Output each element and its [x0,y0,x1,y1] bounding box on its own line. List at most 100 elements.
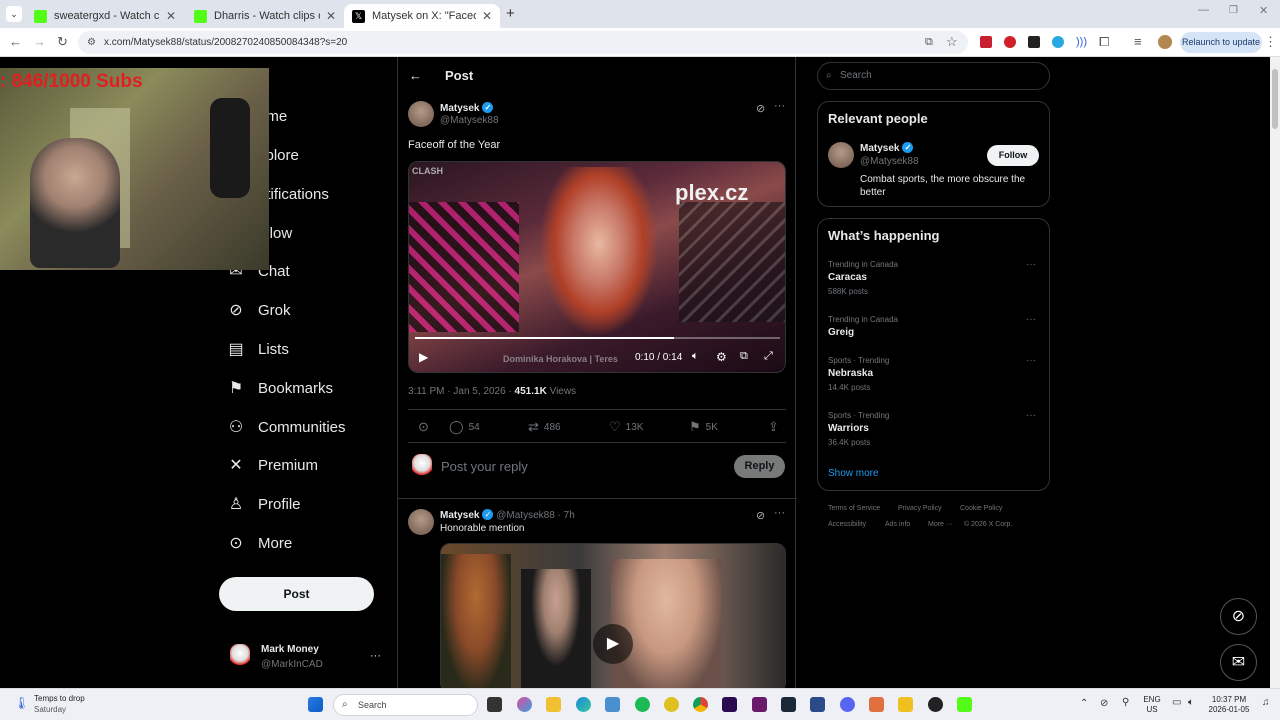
new-tab-button[interactable]: + [506,5,515,22]
reply-button[interactable]: Reply [734,455,785,478]
install-app-icon[interactable]: ⧉ [925,34,933,50]
reply-author-handle[interactable]: @Matysek88 [496,510,555,521]
relevant-handle[interactable]: @Matysek88 [860,156,919,167]
display-icon[interactable]: ▭ [1172,697,1181,708]
taskbar-search[interactable]: ⌕ Search [333,694,478,716]
show-more-link[interactable]: Show more [828,468,879,479]
video-progress-track[interactable] [415,337,780,339]
copilot-icon[interactable] [517,697,532,712]
nav-premium[interactable]: ✕ Premium [226,452,318,478]
footer-link-accessibility[interactable]: Accessibility [828,521,866,528]
fullscreen-icon[interactable]: ⤢ [764,350,773,363]
weather-widget[interactable]: 🌡︎ Temps to drop Saturday [12,693,122,717]
reload-icon[interactable]: ↻ [57,34,68,50]
nav-bookmarks[interactable]: ⚑ Bookmarks [226,375,333,401]
grok-post-icon[interactable]: ⊘ [756,102,765,115]
app-icon-yellow[interactable] [664,697,679,712]
close-tab-icon[interactable]: ✕ [166,9,176,23]
discord-icon[interactable] [840,697,855,712]
site-info-icon[interactable]: ⚙ [87,31,96,54]
view-activity-button[interactable]: ⊙ [418,419,434,435]
relevant-name[interactable]: Matysek [860,143,899,154]
post-author-name[interactable]: Matysek [440,103,479,114]
nav-more[interactable]: ⊙ More [226,530,292,556]
share-action[interactable]: ⇪ [768,419,784,435]
nav-lists[interactable]: ▤ Lists [226,336,288,362]
microphone-icon[interactable]: ⚲ [1122,697,1129,708]
browser-menu-icon[interactable]: ⋮ [1264,34,1277,50]
back-arrow-icon[interactable]: ← [409,68,422,83]
nav-communities[interactable]: ⚇ Communities [226,414,346,440]
play-icon[interactable]: ▶ [419,350,428,364]
relevant-avatar[interactable] [828,142,854,168]
browser-tab-1[interactable]: sweatergxd - Watch clips on Kick ✕ [26,4,184,28]
reading-list-icon[interactable]: ≡ [1134,34,1142,50]
extensions-puzzle-icon[interactable]: ⧠ [1099,34,1109,50]
video-play-button[interactable]: ▶ [593,624,633,664]
steam-icon[interactable] [781,697,796,712]
follow-button[interactable]: Follow [987,145,1039,166]
close-window-icon[interactable]: ✕ [1259,4,1268,17]
premiere-icon[interactable] [722,697,737,712]
chrome-icon[interactable] [693,697,708,712]
pip-icon[interactable]: ⧉ [740,350,748,363]
grok-post-icon[interactable]: ⊘ [756,509,765,522]
trend-more-icon[interactable]: ··· [1026,410,1036,421]
nav-grok[interactable]: ⊘ Grok [226,297,290,323]
extension-red-icon[interactable] [980,36,992,48]
reply-action[interactable]: ◯ 54 [449,419,480,435]
kick-app-icon[interactable] [957,697,972,712]
trend-more-icon[interactable]: ··· [1026,259,1036,270]
back-icon[interactable]: ← [9,34,22,50]
bookmark-star-icon[interactable]: ☆ [946,34,958,50]
app-icon-dark[interactable] [928,697,943,712]
tab-search-dropdown[interactable]: ⌄ [6,6,22,22]
nav-profile[interactable]: ♙ Profile [226,491,301,517]
app-icon-snip[interactable] [869,697,884,712]
post-more-icon[interactable]: ··· [774,507,785,519]
reply-time[interactable]: · 7h [558,510,575,521]
notepad-icon[interactable] [605,697,620,712]
extension-blue-icon[interactable] [1052,36,1064,48]
warning-app-icon[interactable] [898,697,913,712]
clock[interactable]: 10:37 PM 2026-01-05 [1206,695,1252,715]
reply-input[interactable]: Post your reply [441,459,528,474]
page-scrollbar[interactable] [1270,57,1280,688]
file-explorer-icon[interactable] [546,697,561,712]
settings-gear-icon[interactable]: ⚙ [716,350,727,364]
network-off-icon[interactable]: ⊘ [1100,698,1108,709]
forward-icon[interactable]: → [33,34,46,50]
like-action[interactable]: ♡ 13K [609,419,643,435]
volume-icon[interactable]: 🔈︎ [1188,697,1194,708]
post-author-handle[interactable]: @Matysek88 [440,115,499,126]
edge-icon[interactable] [576,697,591,712]
footer-link-terms[interactable]: Terms of Service [828,505,880,512]
post-button[interactable]: Post [219,577,374,611]
post-more-icon[interactable]: ··· [774,100,785,112]
extension-circle-icon[interactable] [1004,36,1016,48]
trend-more-icon[interactable]: ··· [1026,314,1036,325]
relaunch-to-update-button[interactable]: Relaunch to update [1180,32,1262,53]
close-tab-icon[interactable]: ✕ [482,9,492,23]
address-bar[interactable]: ⚙ x.com/Matysek88/status/200827024085008… [78,31,968,54]
app-icon-blue[interactable] [810,697,825,712]
footer-link-ads[interactable]: Ads info [885,521,910,528]
profile-avatar-icon[interactable] [1158,35,1172,49]
notification-bell-icon[interactable]: ♫ [1262,697,1270,708]
spotify-icon[interactable] [635,697,650,712]
reply-author-name[interactable]: Matysek [440,510,479,521]
post-video-player[interactable]: CLASH plex.cz ▶ Dominika Horakova | Tere… [408,161,786,373]
task-view-icon[interactable] [487,697,502,712]
extension-box-icon[interactable] [1028,36,1040,48]
scrollbar-thumb[interactable] [1272,69,1278,129]
app-icon-next[interactable] [752,697,767,712]
search-input[interactable]: ⌕ Search [817,62,1050,90]
footer-link-cookie[interactable]: Cookie Policy [960,505,1002,512]
bookmark-action[interactable]: ⚑ 5K [689,419,718,435]
reply-author-avatar[interactable] [408,509,434,535]
grok-float-button[interactable]: ⊘ [1220,598,1257,635]
footer-link-privacy[interactable]: Privacy Policy [898,505,942,512]
account-more-icon[interactable]: ··· [370,650,381,662]
messages-float-button[interactable]: ✉ [1220,644,1257,681]
account-switcher[interactable]: Mark Money @MarkInCAD ··· [226,641,388,673]
